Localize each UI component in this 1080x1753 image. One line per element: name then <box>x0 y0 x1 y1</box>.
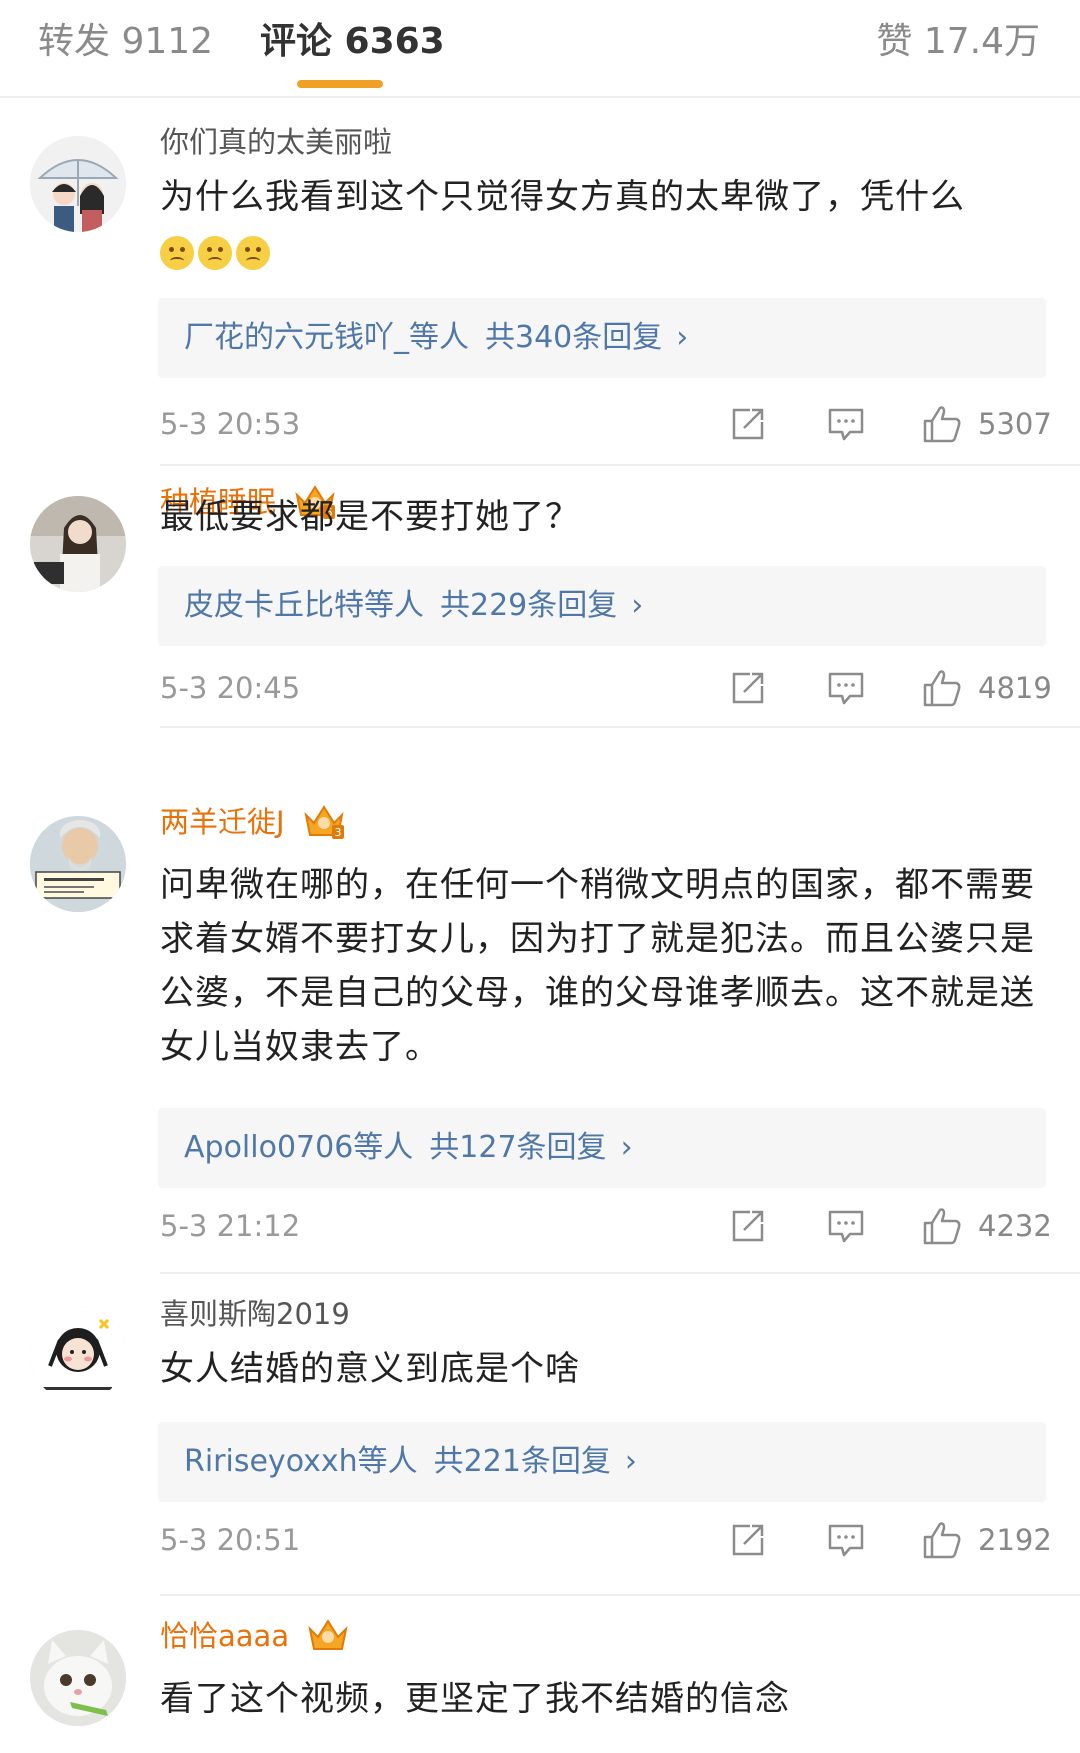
comment-text: 女人结婚的意义到底是个啥 <box>160 1349 580 1389</box>
like-count: 4819 <box>978 671 1052 705</box>
reply-icon[interactable] <box>826 668 866 708</box>
comment-text: 为什么我看到这个只觉得女方真的太卑微了，凭什么 <box>160 170 1040 278</box>
comment-meta: 5-3 20:45 4819 <box>0 666 1080 710</box>
vip-level: 3 <box>334 826 341 839</box>
username[interactable]: 恰恰aaaa <box>160 1616 350 1656</box>
repost-icon[interactable] <box>728 1520 768 1560</box>
reply-users: Ririseyoxxh等人 <box>184 1444 418 1479</box>
like-count: 4232 <box>978 1209 1052 1243</box>
comment-text: 最低要求都是不要打她了？ <box>160 497 580 537</box>
comment-meta: 5-3 20:53 5307 <box>0 402 1080 446</box>
reply-users: 厂花的六元钱吖_等人 <box>184 320 469 355</box>
reply-count: 共127条回复 <box>429 1130 607 1165</box>
avatar[interactable] <box>30 136 126 232</box>
repost-icon[interactable] <box>728 668 768 708</box>
divider <box>160 464 1080 466</box>
comment-meta: 5-3 21:12 4232 <box>0 1204 1080 1248</box>
like-count: 5307 <box>978 407 1052 441</box>
like-icon[interactable] <box>922 1206 962 1246</box>
chevron-right-icon: › <box>624 1444 637 1479</box>
sad-emoji-icon <box>236 235 270 270</box>
chevron-right-icon: › <box>631 588 644 623</box>
sad-emoji-icon <box>160 235 194 270</box>
repost-icon[interactable] <box>728 1206 768 1246</box>
reply-summary[interactable]: 皮皮卡丘比特等人 共229条回复 › <box>158 566 1046 646</box>
timestamp: 5-3 20:45 <box>160 671 301 705</box>
tab-reposts[interactable]: 转发 9112 <box>38 16 213 68</box>
avatar[interactable] <box>30 816 126 912</box>
comment-text: 问卑微在哪的，在任何一个稍微文明点的国家，都不需要求着女婿不要打女儿，因为打了就… <box>160 865 1035 1067</box>
avatar[interactable] <box>30 496 126 592</box>
divider <box>160 1272 1080 1274</box>
tab-comments[interactable]: 评论 6363 <box>260 16 445 68</box>
emoji-row <box>160 224 274 278</box>
username[interactable]: 你们真的太美丽啦 <box>160 122 392 162</box>
username-text: 两羊迁徙J <box>160 805 285 839</box>
like-count: 2192 <box>978 1523 1052 1557</box>
comment-body: 为什么我看到这个只觉得女方真的太卑微了，凭什么 <box>160 177 965 217</box>
divider <box>160 1594 1080 1596</box>
comment-text: 看了这个视频，更坚定了我不结婚的信念 <box>160 1679 790 1719</box>
chevron-right-icon: › <box>620 1130 633 1165</box>
tab-bar: 转发 9112 评论 6363 赞 17.4万 <box>0 0 1080 98</box>
reply-summary[interactable]: Apollo0706等人 共127条回复 › <box>158 1108 1046 1188</box>
sad-emoji-icon <box>198 235 232 270</box>
reply-icon[interactable] <box>826 1520 866 1560</box>
username[interactable]: 喜则斯陶2019 <box>160 1294 350 1334</box>
timestamp: 5-3 21:12 <box>160 1209 301 1243</box>
reply-users: 皮皮卡丘比特等人 <box>184 588 424 623</box>
like-icon[interactable] <box>922 404 962 444</box>
tab-likes[interactable]: 赞 17.4万 <box>876 16 1040 68</box>
vip-crown-icon <box>308 1619 348 1650</box>
vip-crown-icon: 3 <box>304 805 344 839</box>
avatar[interactable] <box>30 1630 126 1726</box>
timestamp: 5-3 20:51 <box>160 1523 301 1557</box>
username[interactable]: 两羊迁徙J 3 <box>160 802 346 842</box>
active-tab-indicator <box>297 80 383 88</box>
divider <box>160 726 1080 728</box>
reply-count: 共221条回复 <box>433 1444 611 1479</box>
reply-summary[interactable]: 厂花的六元钱吖_等人 共340条回复 › <box>158 298 1046 378</box>
reply-summary[interactable]: Ririseyoxxh等人 共221条回复 › <box>158 1422 1046 1502</box>
reply-icon[interactable] <box>826 1206 866 1246</box>
avatar[interactable] <box>30 1306 126 1402</box>
like-icon[interactable] <box>922 668 962 708</box>
comment-meta: 5-3 20:51 2192 <box>0 1518 1080 1562</box>
timestamp: 5-3 20:53 <box>160 407 301 441</box>
reply-icon[interactable] <box>826 404 866 444</box>
username-text: 恰恰aaaa <box>160 1619 290 1653</box>
reply-count: 共340条回复 <box>485 320 663 355</box>
reply-count: 共229条回复 <box>440 588 618 623</box>
repost-icon[interactable] <box>728 404 768 444</box>
like-icon[interactable] <box>922 1520 962 1560</box>
chevron-right-icon: › <box>676 320 689 355</box>
reply-users: Apollo0706等人 <box>184 1130 414 1165</box>
